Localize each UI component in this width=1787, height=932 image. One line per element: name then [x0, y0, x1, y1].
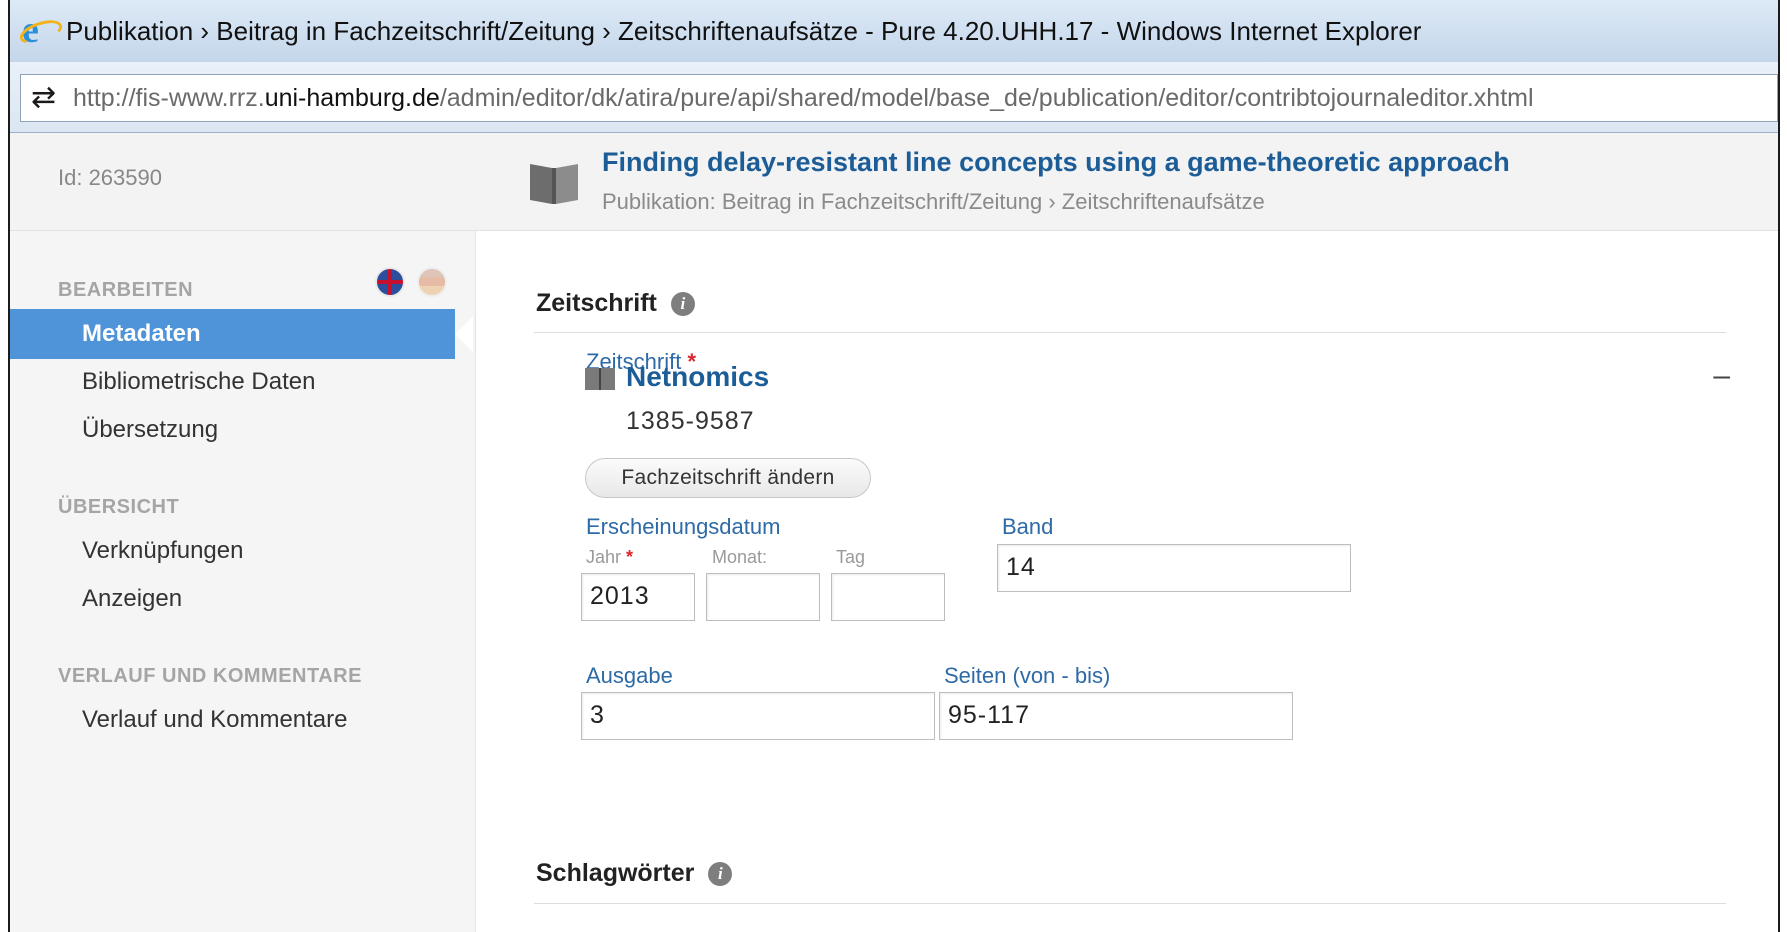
title-bar: e Publikation › Beitrag in Fachzeitschri…: [10, 0, 1778, 62]
editor-form: Zeitschrift i Zeitschrift * Netnomics 138…: [476, 231, 1778, 932]
address-bar: ⇄ http://fis-www.rrz.uni-hamburg.de/admi…: [10, 62, 1778, 133]
day-input[interactable]: [831, 573, 945, 621]
url-text[interactable]: http://fis-www.rrz.uni-hamburg.de/admin/…: [73, 84, 1534, 113]
publication-breadcrumb: Publikation: Beitrag in Fachzeitschrift/…: [602, 189, 1265, 214]
browser-window: e Publikation › Beitrag in Fachzeitschri…: [8, 0, 1780, 932]
section-history: VERLAUF UND KOMMENTARE: [58, 665, 362, 687]
section-overview: ÜBERSICHT: [58, 496, 180, 518]
sidebar-item-verknuepfungen[interactable]: Verknüpfungen: [10, 526, 455, 576]
year-label: Jahr *: [586, 547, 634, 567]
volume-input[interactable]: 14: [997, 544, 1351, 592]
month-label: Monat:: [712, 547, 768, 567]
collapse-button[interactable]: –: [1713, 359, 1730, 393]
change-journal-button[interactable]: Fachzeitschrift ändern: [585, 458, 871, 498]
pages-label: Seiten (von - bis): [944, 663, 1111, 688]
month-input[interactable]: [706, 573, 820, 621]
editor-header: Id: 263590 Finding delay-resistant line …: [10, 133, 1778, 231]
page-icon: ⇄: [31, 81, 57, 114]
internet-explorer-icon: e: [16, 10, 66, 50]
journal-issn: 1385-9587: [626, 407, 755, 435]
issue-input[interactable]: 3: [581, 692, 935, 740]
volume-label: Band: [1002, 514, 1054, 539]
book-icon: [530, 164, 578, 204]
sidebar-item-bibliometrische-daten[interactable]: Bibliometrische Daten: [10, 357, 455, 407]
section-divider: [534, 903, 1726, 904]
pages-input[interactable]: 95-117: [939, 692, 1293, 740]
sidebar-item-verlauf[interactable]: Verlauf und Kommentare: [10, 695, 455, 745]
journal-name-link[interactable]: Netnomics: [626, 361, 769, 393]
journal-section-heading: Zeitschrift i: [536, 289, 695, 318]
issue-label: Ausgabe: [586, 663, 673, 688]
page-content: Id: 263590 Finding delay-resistant line …: [10, 133, 1778, 932]
url-field[interactable]: ⇄ http://fis-www.rrz.uni-hamburg.de/admi…: [20, 74, 1778, 122]
day-label: Tag: [836, 547, 866, 567]
sidebar-item-metadaten[interactable]: Metadaten: [10, 309, 473, 359]
year-input[interactable]: 2013: [581, 573, 695, 621]
english-flag-icon[interactable]: [375, 267, 405, 297]
section-divider: [534, 332, 1726, 333]
publication-date-label: Erscheinungsdatum: [586, 514, 781, 539]
record-id: Id: 263590: [58, 165, 162, 190]
sidebar-item-anzeigen[interactable]: Anzeigen: [10, 574, 455, 624]
publication-title: Finding delay-resistant line concepts us…: [602, 147, 1510, 177]
section-edit: BEARBEITEN: [58, 279, 194, 301]
journal-icon: [585, 368, 615, 390]
window-title: Publikation › Beitrag in Fachzeitschrift…: [66, 15, 1422, 46]
sidebar: BEARBEITEN Metadaten Bibliometrische Dat…: [10, 231, 476, 932]
info-icon[interactable]: i: [708, 862, 733, 887]
info-icon[interactable]: i: [670, 292, 695, 317]
sidebar-item-uebersetzung[interactable]: Übersetzung: [10, 405, 455, 455]
keywords-section-heading: Schlagwörter i: [536, 859, 733, 888]
german-flag-icon[interactable]: [417, 267, 447, 297]
